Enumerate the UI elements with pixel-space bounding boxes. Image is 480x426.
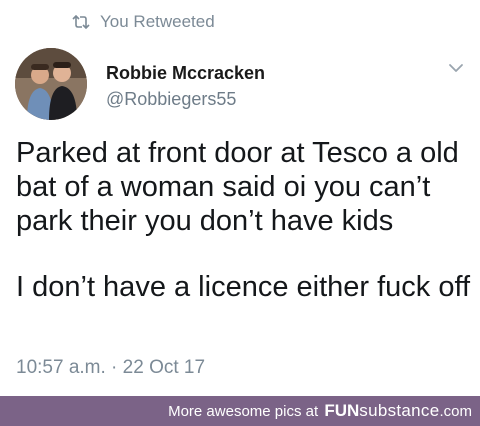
watermark-prefix: More awesome pics at: [168, 403, 319, 420]
retweet-context: You Retweeted: [72, 12, 215, 32]
retweet-label: You Retweeted: [100, 12, 215, 31]
watermark-brand-tld: .com: [439, 403, 472, 420]
author-name[interactable]: Robbie Mccracken: [106, 63, 265, 84]
author-handle[interactable]: @Robbiegers55: [106, 89, 236, 110]
tweet-paragraph: I don’t have a licence either fuck off: [16, 271, 471, 303]
watermark-text[interactable]: More awesome pics at FUNsubstance.com: [168, 401, 472, 421]
watermark-brand-fun: FUN: [324, 401, 360, 420]
tweet-timestamp[interactable]: 10:57 a.m. · 22 Oct 17: [16, 357, 205, 379]
watermark-footer: More awesome pics at FUNsubstance.com: [0, 396, 480, 426]
retweet-icon: [72, 15, 90, 29]
chevron-down-icon[interactable]: [446, 58, 466, 78]
tweet-text: Parked at front door at Tesco a old bat …: [16, 136, 474, 304]
tweet-paragraph: Parked at front door at Tesco a old bat …: [16, 137, 459, 237]
watermark-brand-substance: substance: [359, 401, 440, 420]
avatar[interactable]: [15, 48, 87, 120]
